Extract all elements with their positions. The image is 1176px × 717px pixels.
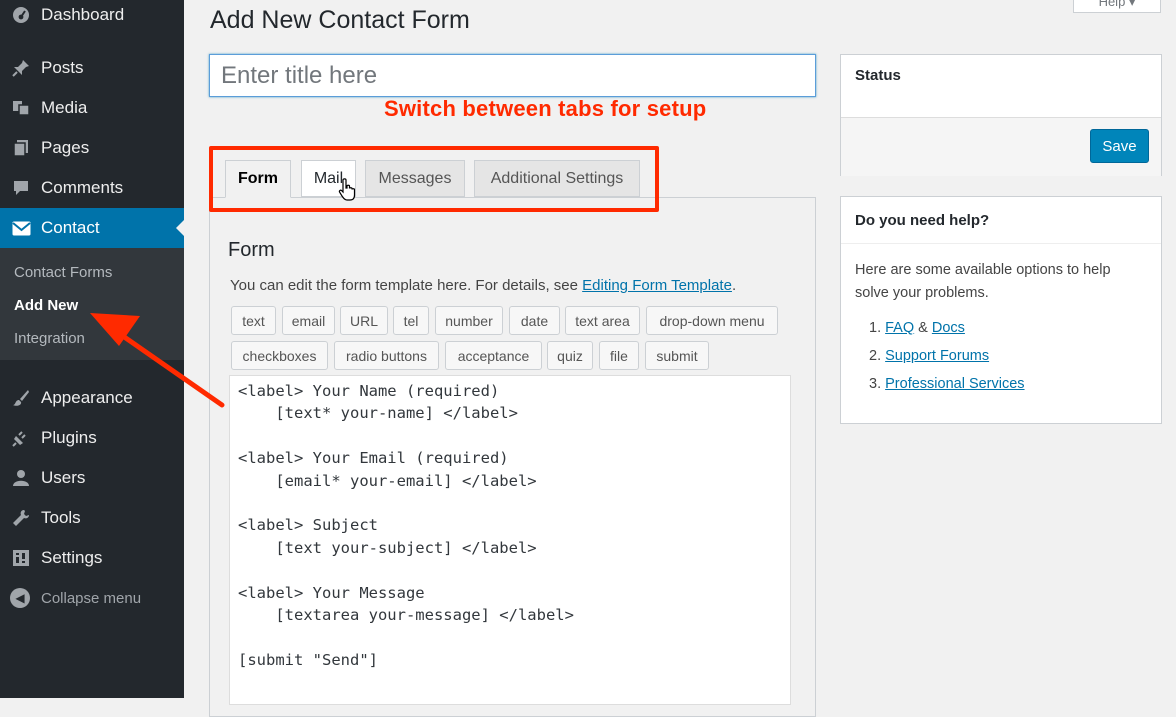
tag-button-file[interactable]: file: [599, 341, 639, 370]
sidebar-item-label: Settings: [41, 548, 103, 567]
hand-cursor-icon: [338, 178, 356, 201]
status-title: Status: [855, 67, 901, 84]
tag-button-email[interactable]: email: [282, 306, 335, 335]
sidebar-item-pages[interactable]: Pages: [0, 128, 184, 168]
help-item-number: 1.: [869, 320, 882, 336]
annotation-caption: Switch between tabs for setup: [384, 96, 707, 121]
help-tab-button[interactable]: Help ▾: [1073, 0, 1161, 13]
tag-button-date[interactable]: date: [509, 306, 560, 335]
pin-icon: [10, 57, 32, 79]
collapse-menu-button[interactable]: ◀ Collapse menu: [0, 578, 184, 618]
sidebar-item-label: Comments: [41, 178, 124, 197]
tag-button-number[interactable]: number: [435, 306, 503, 335]
media-icon: [10, 97, 32, 119]
sidebar-item-settings[interactable]: Settings: [0, 538, 184, 578]
sidebar-item-tools[interactable]: Tools: [0, 498, 184, 538]
tag-button-text[interactable]: text: [231, 306, 276, 335]
tag-button-checkboxes[interactable]: checkboxes: [231, 341, 328, 370]
sidebar-item-label: Users: [41, 468, 86, 487]
dashboard-icon: [10, 4, 32, 26]
envelope-icon: [10, 217, 32, 239]
tag-button-drop-down-menu[interactable]: drop-down menu: [646, 306, 778, 335]
help-item-number: 2.: [869, 348, 882, 364]
pages-icon: [10, 137, 32, 159]
help-divider: [841, 243, 1161, 244]
help-list-item: 1. FAQ & Docs: [869, 320, 965, 336]
wrench-icon: [10, 507, 32, 529]
sidebar-item-label: Tools: [41, 508, 81, 527]
plugin-icon: [10, 427, 32, 449]
tag-button-url[interactable]: URL: [340, 306, 388, 335]
brush-icon: [10, 387, 32, 409]
admin-sidebar: Dashboard Posts Media Pages Comments Con…: [0, 0, 184, 698]
annotation-highlight-box: [209, 146, 659, 212]
tag-button-submit[interactable]: submit: [645, 341, 709, 370]
sidebar-item-label: Media: [41, 98, 88, 117]
form-description: You can edit the form template here. For…: [230, 277, 736, 294]
sidebar-item-users[interactable]: Users: [0, 458, 184, 498]
sidebar-item-label: Contact: [41, 218, 100, 237]
help-description: Here are some available options to help …: [855, 262, 1111, 301]
sidebar-item-label: Posts: [41, 58, 84, 77]
tag-button-quiz[interactable]: quiz: [547, 341, 593, 370]
submenu-contact-forms[interactable]: Contact Forms: [14, 264, 112, 281]
collapse-arrow-icon: ◀: [10, 588, 30, 608]
help-item-separator: &: [914, 320, 932, 336]
sidebar-item-label: Plugins: [41, 428, 97, 447]
page-title: Add New Contact Form: [210, 6, 470, 34]
form-description-text: You can edit the form template here. For…: [230, 277, 583, 294]
help-list-item: 3. Professional Services: [869, 376, 1025, 392]
save-button[interactable]: Save: [1090, 129, 1149, 163]
form-description-end: .: [731, 277, 737, 294]
sidebar-item-comments[interactable]: Comments: [0, 168, 184, 208]
tag-button-tel[interactable]: tel: [393, 306, 429, 335]
sidebar-item-plugins[interactable]: Plugins: [0, 418, 184, 458]
collapse-menu-label: Collapse menu: [41, 589, 142, 607]
sidebar-item-label: Pages: [41, 138, 90, 157]
tag-button-acceptance[interactable]: acceptance: [445, 341, 542, 370]
support-forums-link[interactable]: Support Forums: [885, 348, 989, 364]
help-item-number: 3.: [869, 376, 882, 392]
contact-submenu: Contact Forms Add New Integration: [0, 248, 184, 360]
form-heading: Form: [228, 239, 275, 261]
sidebar-item-posts[interactable]: Posts: [0, 48, 184, 88]
submenu-integration[interactable]: Integration: [14, 330, 85, 347]
sidebar-item-appearance[interactable]: Appearance: [0, 378, 184, 418]
sidebar-item-label: Dashboard: [41, 5, 125, 24]
faq-link[interactable]: FAQ: [885, 320, 914, 336]
docs-link[interactable]: Docs: [932, 320, 965, 336]
editing-form-template-link[interactable]: Editing Form Template: [582, 277, 732, 294]
tag-button-text-area[interactable]: text area: [565, 306, 640, 335]
settings-icon: [10, 547, 32, 569]
form-template-editor[interactable]: <label> Your Name (required) [text* your…: [229, 375, 791, 705]
help-list-item: 2. Support Forums: [869, 348, 989, 364]
help-title: Do you need help?: [855, 212, 990, 229]
sidebar-item-label: Appearance: [41, 388, 133, 407]
sidebar-item-dashboard[interactable]: Dashboard: [0, 0, 184, 35]
sidebar-item-media[interactable]: Media: [0, 88, 184, 128]
title-input[interactable]: [209, 54, 816, 97]
user-icon: [10, 467, 32, 489]
professional-services-link[interactable]: Professional Services: [885, 376, 1024, 392]
submenu-add-new[interactable]: Add New: [14, 297, 78, 314]
tag-button-radio-buttons[interactable]: radio buttons: [334, 341, 439, 370]
comments-icon: [10, 177, 32, 199]
sidebar-item-contact[interactable]: Contact: [0, 208, 184, 248]
